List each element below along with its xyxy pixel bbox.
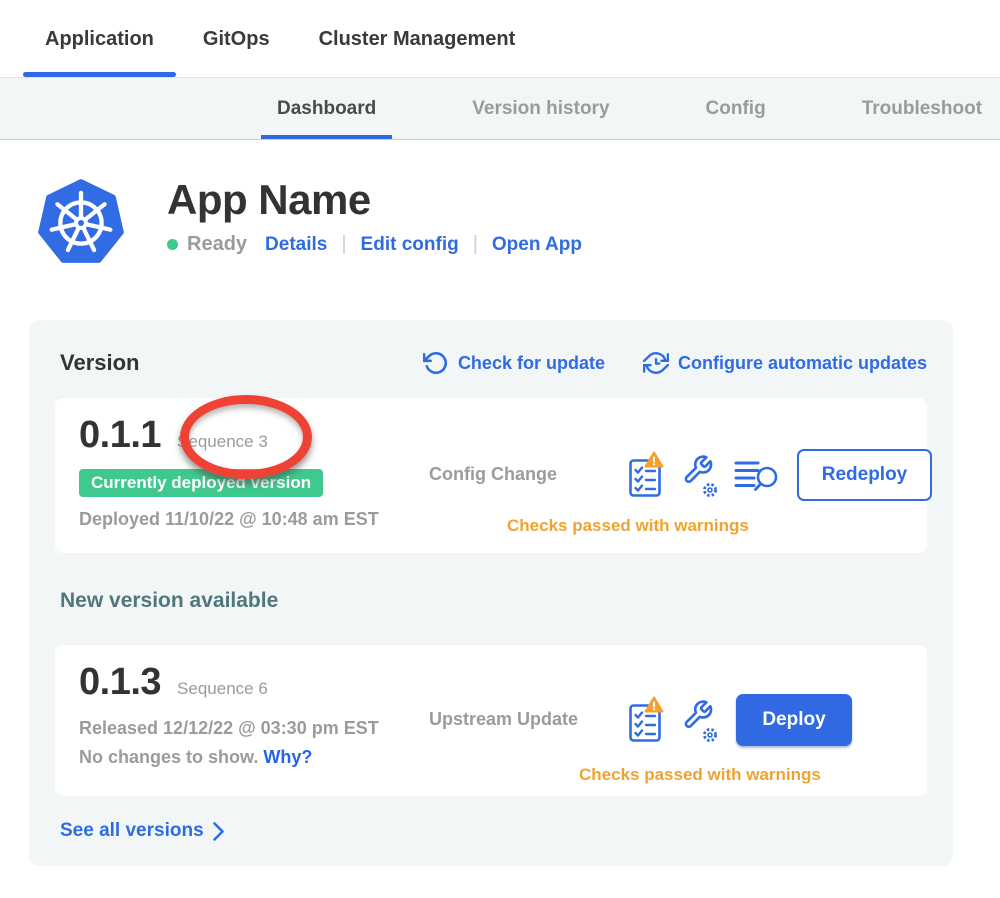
details-link[interactable]: Details <box>265 234 327 256</box>
configure-automatic-updates-label: Configure automatic updates <box>678 353 927 374</box>
app-sub-nav: Dashboard Version history Config Trouble… <box>0 77 1000 140</box>
see-all-versions-link[interactable]: See all versions <box>60 820 927 842</box>
nav-item-application[interactable]: Application <box>23 28 176 77</box>
check-for-update-label: Check for update <box>458 353 605 374</box>
current-version-number: 0.1.1 <box>79 414 161 457</box>
link-divider: | <box>473 233 478 256</box>
available-version-source: Upstream Update <box>429 709 599 730</box>
nav-item-cluster-management[interactable]: Cluster Management <box>297 28 538 77</box>
deployed-timestamp: Deployed 11/10/22 @ 10:48 am EST <box>79 509 429 530</box>
configure-automatic-updates-link[interactable]: Configure automatic updates <box>643 350 927 376</box>
open-app-link[interactable]: Open App <box>492 234 582 256</box>
available-version-sequence: Sequence 6 <box>177 679 268 699</box>
nav-item-gitops[interactable]: GitOps <box>181 28 292 77</box>
currently-deployed-badge: Currently deployed version <box>79 469 323 497</box>
available-version-number: 0.1.3 <box>79 661 161 704</box>
link-divider: | <box>341 233 346 256</box>
app-status-label: Ready <box>187 233 247 256</box>
edit-config-link[interactable]: Edit config <box>361 234 459 256</box>
admin-console-page: Application GitOps Cluster Management Da… <box>0 0 1000 898</box>
preflight-checks-icon[interactable] <box>629 451 664 498</box>
chevron-right-icon <box>213 822 225 841</box>
current-version-card: 0.1.1 Sequence 3 Currently deployed vers… <box>55 398 927 553</box>
tab-config[interactable]: Config <box>690 78 782 139</box>
app-header: App Name Ready Details | Edit config | O… <box>38 178 1000 268</box>
why-link[interactable]: Why? <box>263 747 312 767</box>
new-version-available-heading: New version available <box>60 589 927 613</box>
current-version-sequence: Sequence 3 <box>177 432 268 452</box>
deploy-button[interactable]: Deploy <box>736 694 852 746</box>
top-nav: Application GitOps Cluster Management <box>0 0 1000 77</box>
check-for-update-link[interactable]: Check for update <box>423 350 605 376</box>
config-wrench-icon[interactable] <box>680 451 718 498</box>
version-panel-title: Version <box>60 350 139 376</box>
view-files-icon[interactable] <box>734 457 779 493</box>
tab-troubleshoot[interactable]: Troubleshoot <box>846 78 998 139</box>
preflight-checks-icon[interactable] <box>629 696 664 743</box>
version-panel: Version Check for update <box>29 320 953 866</box>
refresh-icon <box>423 350 449 376</box>
tab-dashboard[interactable]: Dashboard <box>261 78 392 139</box>
ready-status-dot-icon <box>167 239 178 250</box>
redeploy-button[interactable]: Redeploy <box>797 449 932 501</box>
current-checks-status: Checks passed with warnings <box>507 516 749 536</box>
released-timestamp: Released 12/12/22 @ 03:30 pm EST <box>79 718 429 739</box>
available-checks-status: Checks passed with warnings <box>579 765 821 785</box>
config-wrench-icon[interactable] <box>680 696 718 743</box>
tab-version-history[interactable]: Version history <box>456 78 625 139</box>
current-version-source: Config Change <box>429 464 599 485</box>
kubernetes-logo-icon <box>38 178 124 268</box>
see-all-versions-label: See all versions <box>60 820 204 842</box>
app-name-title: App Name <box>167 178 582 222</box>
no-changes-text: No changes to show. <box>79 747 258 767</box>
available-version-card: 0.1.3 Sequence 6 Released 12/12/22 @ 03:… <box>55 645 927 796</box>
schedule-sync-icon <box>643 350 669 376</box>
